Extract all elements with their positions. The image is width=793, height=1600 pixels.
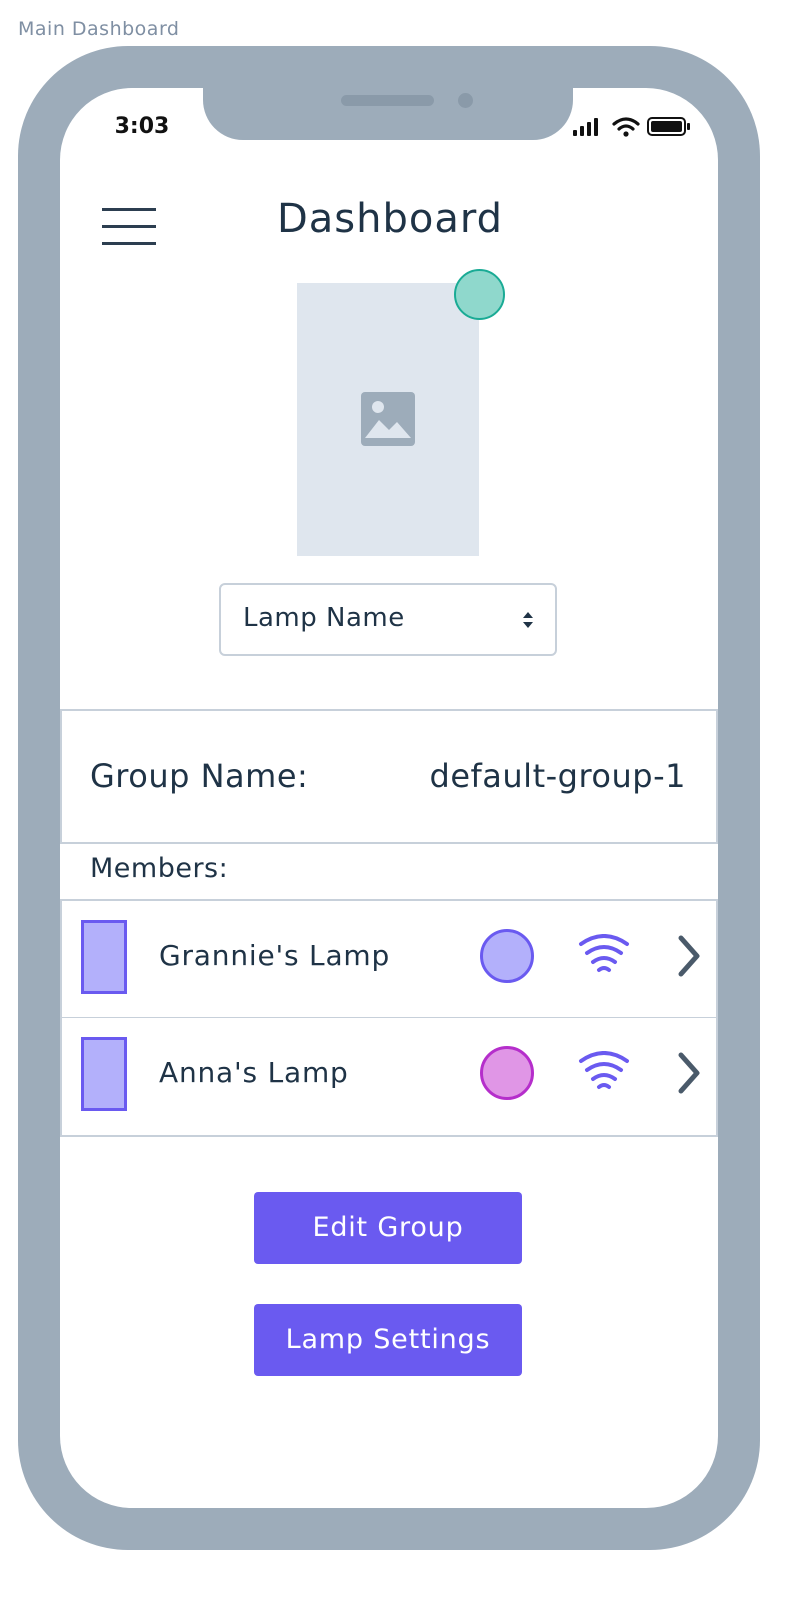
member-name: Anna's Lamp bbox=[159, 1056, 349, 1089]
lamp-name-select[interactable]: Lamp Name bbox=[219, 583, 557, 656]
member-row[interactable]: Anna's Lamp bbox=[60, 1018, 718, 1137]
member-color-indicator bbox=[480, 1046, 534, 1100]
members-label: Members: bbox=[90, 853, 229, 884]
artboard-label: Main Dashboard bbox=[18, 18, 180, 40]
lamp-image bbox=[297, 283, 479, 556]
lamp-status-dot bbox=[454, 269, 505, 320]
chevron-right-icon[interactable] bbox=[676, 934, 702, 978]
status-time: 3:03 bbox=[114, 114, 170, 139]
page-title: Dashboard bbox=[276, 196, 503, 242]
notch-camera bbox=[458, 93, 473, 108]
edit-group-button[interactable]: Edit Group bbox=[254, 1192, 522, 1264]
select-arrows-icon bbox=[523, 612, 533, 628]
lamp-name-select-value: Lamp Name bbox=[243, 603, 405, 633]
wifi-icon bbox=[612, 117, 640, 137]
notch-speaker bbox=[341, 95, 434, 106]
group-box: Group Name: default-group-1 bbox=[60, 709, 718, 844]
member-thumbnail bbox=[81, 920, 127, 994]
battery-icon bbox=[647, 117, 690, 136]
member-row[interactable]: Grannie's Lamp bbox=[60, 899, 718, 1019]
member-color-indicator bbox=[480, 929, 534, 983]
member-name: Grannie's Lamp bbox=[159, 939, 391, 972]
menu-icon[interactable] bbox=[102, 208, 158, 246]
chevron-right-icon[interactable] bbox=[676, 1051, 702, 1095]
status-icons bbox=[572, 116, 692, 140]
group-name-value: default-group-1 bbox=[429, 757, 686, 795]
group-name-label: Group Name: bbox=[90, 757, 309, 795]
wifi-icon bbox=[579, 1051, 629, 1089]
image-placeholder-icon bbox=[361, 392, 415, 446]
signal-icon bbox=[573, 118, 598, 136]
wifi-icon bbox=[579, 934, 629, 972]
member-thumbnail bbox=[81, 1037, 127, 1111]
lamp-settings-button[interactable]: Lamp Settings bbox=[254, 1304, 522, 1376]
